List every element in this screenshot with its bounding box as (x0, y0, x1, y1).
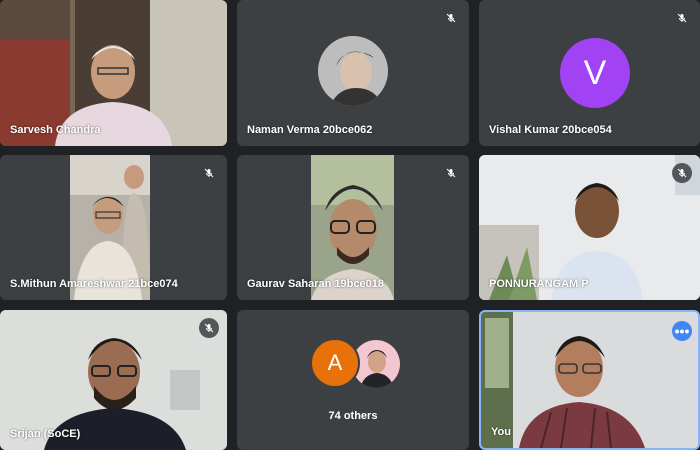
participant-name: Srijan (SoCE) (10, 428, 81, 440)
participant-name: You (491, 426, 511, 438)
others-count-label: 74 others (328, 410, 378, 422)
participant-name: Vishal Kumar 20bce054 (489, 124, 612, 136)
participant-tile-vishal[interactable]: V Vishal Kumar 20bce054 (479, 0, 700, 146)
mic-off-icon (199, 318, 219, 338)
participant-photo-avatar (318, 36, 388, 106)
participant-name: Naman Verma 20bce062 (247, 124, 373, 136)
participant-tile-ponnurangam[interactable]: PONNURANGAM P (479, 155, 700, 300)
participant-tile-srijan[interactable]: Srijan (SoCE) (0, 310, 227, 450)
more-options-icon[interactable]: ••• (672, 321, 692, 341)
others-tile[interactable]: A 74 others (237, 310, 469, 450)
participant-tile-sarvesh[interactable]: Sarvesh Chandra (0, 0, 227, 146)
participant-name: Sarvesh Chandra (10, 124, 101, 136)
participant-tile-mithun[interactable]: S.Mithun Amareshwar 21bce074 (0, 155, 227, 300)
participant-video (481, 312, 698, 448)
mic-off-icon (672, 163, 692, 183)
mic-off-icon (441, 163, 461, 183)
participant-name: Gaurav Saharan 19bce018 (247, 278, 384, 290)
participant-tile-gaurav[interactable]: Gaurav Saharan 19bce018 (237, 155, 469, 300)
mic-off-icon (672, 8, 692, 28)
participant-tile-naman[interactable]: Naman Verma 20bce062 (237, 0, 469, 146)
others-letter-avatar: A (310, 338, 360, 388)
mic-off-icon (199, 163, 219, 183)
participant-name: PONNURANGAM P (489, 278, 589, 290)
mic-off-icon (441, 8, 461, 28)
participant-tile-you[interactable]: ••• You (479, 310, 700, 450)
letter-avatar: V (560, 38, 630, 108)
participant-name: S.Mithun Amareshwar 21bce074 (10, 278, 178, 290)
